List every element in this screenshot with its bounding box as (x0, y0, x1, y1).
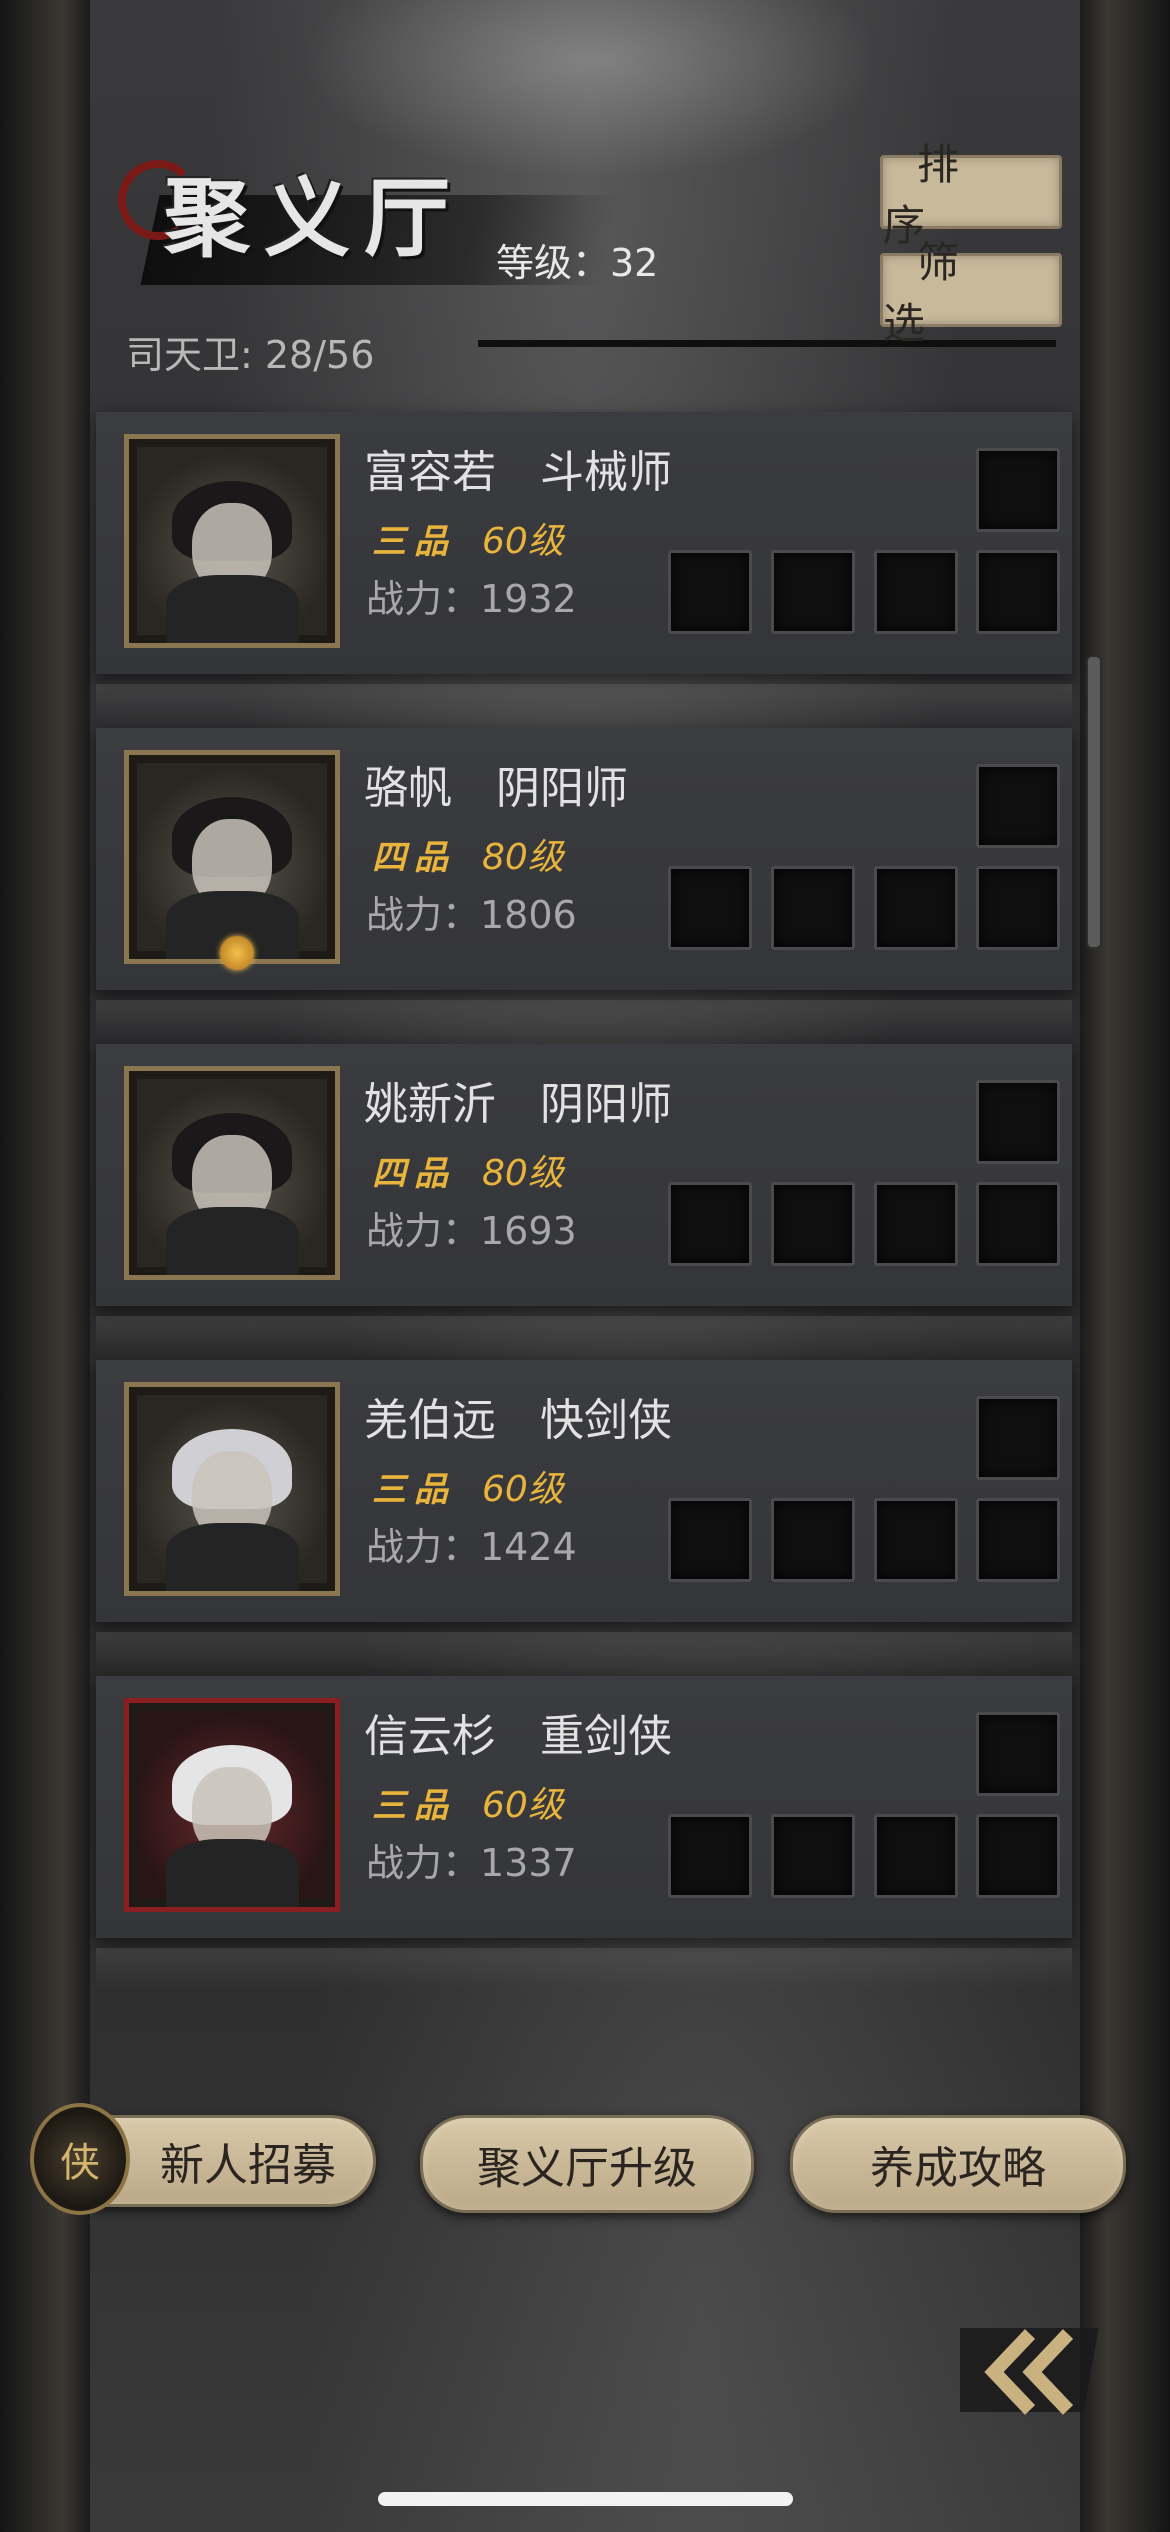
member-grade: 三品 (372, 1470, 456, 1510)
member-level: 80级 (482, 1153, 564, 1194)
equip-slot[interactable] (668, 550, 752, 634)
equip-slot[interactable] (668, 1498, 752, 1582)
portrait-body (165, 1207, 299, 1275)
equip-slot[interactable] (668, 1182, 752, 1266)
equip-slot[interactable] (976, 550, 1060, 634)
equip-slot[interactable] (874, 1814, 958, 1898)
member-name: 羌伯远 (364, 1395, 496, 1446)
portrait-body (165, 1839, 299, 1907)
member-portrait[interactable] (124, 1382, 340, 1596)
member-card[interactable]: 羌伯远 快剑侠 三品 60级 战力：1424 (96, 1360, 1072, 1672)
equip-slot[interactable] (771, 1182, 855, 1266)
member-card[interactable]: 姚新沂 阴阳师 四品 80级 战力：1693 (96, 1044, 1072, 1356)
filter-button[interactable]: 筛选 (880, 238, 1062, 348)
guard-count: 司天卫: 28/56 (126, 333, 375, 377)
portrait-art (137, 1395, 327, 1591)
member-grade: 三品 (372, 1786, 456, 1826)
recruit-badge-icon[interactable]: 侠 (30, 2103, 130, 2215)
equip-slot[interactable] (976, 1396, 1060, 1480)
member-name-row: 信云杉 重剑侠 (364, 1700, 672, 1764)
list-scrollbar[interactable] (1086, 655, 1102, 949)
equip-slot[interactable] (771, 866, 855, 950)
member-power: 战力：1337 (366, 1841, 577, 1885)
equip-slot[interactable] (976, 1080, 1060, 1164)
member-level: 60级 (482, 1785, 564, 1826)
portrait-art (137, 1711, 327, 1907)
equip-slot[interactable] (976, 1712, 1060, 1796)
member-class: 阴阳师 (540, 1079, 672, 1130)
portrait-art (137, 763, 327, 959)
member-class: 斗械师 (540, 447, 672, 498)
equip-slot[interactable] (874, 550, 958, 634)
page-title: 聚义厅 (164, 168, 464, 269)
member-portrait[interactable] (124, 1698, 340, 1912)
hall-upgrade-button[interactable]: 聚义厅升级 (420, 2115, 754, 2213)
member-class: 快剑侠 (540, 1395, 672, 1446)
member-class: 阴阳师 (496, 763, 628, 814)
member-level: 60级 (482, 521, 564, 562)
member-power: 战力：1693 (366, 1209, 577, 1253)
equip-slot[interactable] (976, 1498, 1060, 1582)
equip-slot[interactable] (976, 866, 1060, 950)
back-arrow-icon[interactable] (943, 2320, 1100, 2420)
portrait-art (137, 1079, 327, 1275)
hall-level: 等级：32 (496, 241, 659, 285)
equip-slot[interactable] (976, 448, 1060, 532)
member-grade: 三品 (372, 522, 456, 562)
home-indicator[interactable] (378, 2492, 793, 2506)
equip-slot[interactable] (668, 866, 752, 950)
member-power: 战力：1932 (366, 577, 577, 621)
gold-badge-icon (220, 936, 254, 970)
member-power: 战力：1806 (366, 893, 577, 937)
member-name-row: 骆帆 阴阳师 (364, 752, 628, 816)
member-name: 姚新沂 (364, 1079, 496, 1130)
sort-button[interactable]: 排序 (880, 140, 1062, 250)
equip-slot[interactable] (976, 1814, 1060, 1898)
member-grade: 四品 (372, 838, 456, 878)
member-grade: 四品 (372, 1154, 456, 1194)
equip-slot[interactable] (874, 1182, 958, 1266)
portrait-body (165, 1523, 299, 1591)
training-guide-button[interactable]: 养成攻略 (790, 2115, 1126, 2213)
portrait-art (137, 447, 327, 643)
equip-slot[interactable] (668, 1814, 752, 1898)
member-portrait[interactable] (124, 1066, 340, 1280)
member-power: 战力：1424 (366, 1525, 577, 1569)
equip-slot[interactable] (976, 1182, 1060, 1266)
equip-slot[interactable] (976, 764, 1060, 848)
member-card[interactable]: 信云杉 重剑侠 三品 60级 战力：1337 (96, 1676, 1072, 1988)
member-name: 富容若 (364, 447, 496, 498)
member-card[interactable]: 骆帆 阴阳师 四品 80级 战力：1806 (96, 728, 1072, 1040)
equip-slot[interactable] (771, 1814, 855, 1898)
equip-slot[interactable] (771, 550, 855, 634)
member-name: 骆帆 (364, 763, 452, 814)
member-class: 重剑侠 (540, 1711, 672, 1762)
member-name: 信云杉 (364, 1711, 496, 1762)
member-name-row: 姚新沂 阴阳师 (364, 1068, 672, 1132)
portrait-body (165, 575, 299, 643)
member-portrait[interactable] (124, 434, 340, 648)
member-level: 60级 (482, 1469, 564, 1510)
equip-slot[interactable] (771, 1498, 855, 1582)
equip-slot[interactable] (874, 866, 958, 950)
member-name-row: 富容若 斗械师 (364, 436, 672, 500)
member-card[interactable]: 富容若 斗械师 三品 60级 战力：1932 (96, 412, 1072, 724)
member-portrait[interactable] (124, 750, 340, 964)
member-level: 80级 (482, 837, 564, 878)
equip-slot[interactable] (874, 1498, 958, 1582)
member-name-row: 羌伯远 快剑侠 (364, 1384, 672, 1448)
